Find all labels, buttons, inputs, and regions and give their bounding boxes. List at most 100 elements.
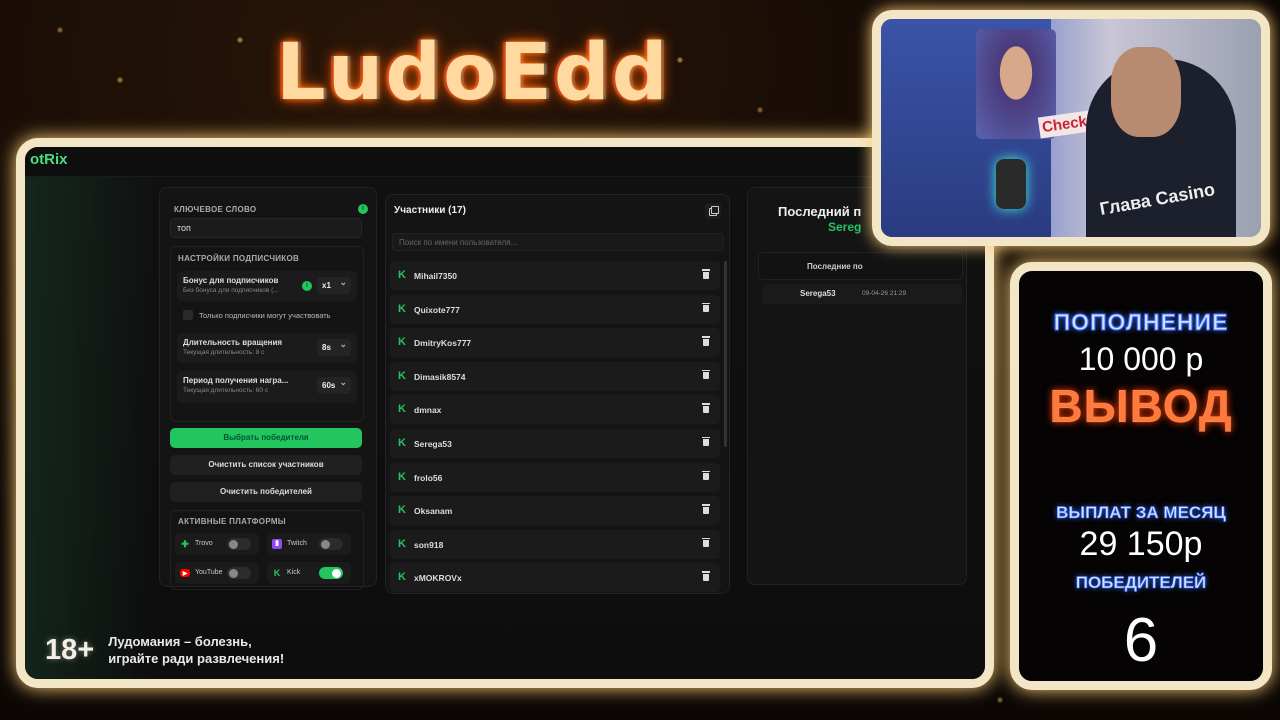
trash-icon[interactable] [702,470,710,481]
spin-sub: Текущая длительность: 8 с [183,349,265,356]
age-badge: 18+ [45,633,95,666]
subscriber-bonus-setting: Бонус для подписчиков Без бонуса для под… [177,271,357,301]
trovo-toggle[interactable] [227,538,251,550]
trash-icon[interactable] [702,571,710,581]
keyword-input[interactable]: топ [170,218,362,238]
info-icon[interactable] [358,204,368,214]
platform-name: Twitch [287,540,307,547]
reward-select[interactable]: 60s [317,377,351,394]
only-subs-checkbox[interactable] [183,310,193,320]
platform-name: YouTube [195,569,223,576]
reward-sub: Текущая длительность: 60 с [183,387,269,394]
recent-winners-tab[interactable]: Последние по [758,252,963,280]
bonus-info-icon[interactable] [302,281,312,291]
participants-title: Участники (17) [394,205,466,216]
winner-row: Serega53 09-04-26 21:29 [762,284,962,304]
stream-logo: LudoEdd [276,28,670,118]
list-item: K DmitryKos777 [390,328,720,358]
list-item: K Quixote777 [390,294,720,324]
winner-name: Serega53 [800,289,836,298]
participant-name: Serega53 [414,438,452,449]
platform-trovo: ✚ Trovo [175,533,259,555]
kick-icon: K [398,336,406,349]
spin-select[interactable]: 8s [317,339,351,356]
withdraw-label: ВЫВОД [1049,380,1233,433]
screen-frame: otRix КЛЮЧЕВОЕ СЛОВО топ НАСТРОЙКИ ПОДПИ… [16,138,994,688]
participant-name: son918 [414,539,444,550]
winners-label: ПОБЕДИТЕЛЕЙ [1075,573,1207,593]
pick-winner-button[interactable]: Выбрать победителя [170,428,362,448]
microphone [996,159,1026,209]
keyword-header: КЛЮЧЕВОЕ СЛОВО [174,204,368,214]
bonus-label: Бонус для подписчиков [183,276,279,285]
clear-participants-button[interactable]: Очистить список участников [170,455,362,475]
settings-panel: КЛЮЧЕВОЕ СЛОВО топ НАСТРОЙКИ ПОДПИСЧИКОВ… [159,187,377,590]
platform-youtube: ▶ YouTube [175,562,259,584]
deposit-value: 10 000 р [1078,341,1204,377]
clear-winners-button[interactable]: Очистить победителей [170,482,362,502]
app-brand: otRix [30,151,68,168]
payouts-label: ВЫПЛАТ ЗА МЕСЯЦ [1056,503,1226,523]
reward-period-setting: Период получения награ... Текущая длител… [177,371,357,403]
list-item: KxMOKROVx [390,563,720,593]
youtube-icon: ▶ [180,569,190,577]
participant-name: DmitryKos777 [414,338,472,349]
trash-icon[interactable] [702,269,710,279]
kick-icon: K [398,302,406,315]
winner-date: 09-04-26 21:29 [862,290,907,297]
platform-name: Trovo [195,540,213,547]
trash-icon[interactable] [702,537,710,548]
only-subs-row[interactable]: Только подписчики могут участвовать [177,305,357,325]
subscriber-settings: НАСТРОЙКИ ПОДПИСЧИКОВ Бонус для подписчи… [170,246,364,422]
participant-name: xMOKROVx [414,573,462,584]
reward-label: Период получения награ... [183,376,289,385]
last-winner-panel: Последний п Sereg Последние по Serega53 … [747,187,967,585]
bonus-sub: Без бонуса для подписчиков (... [183,287,279,294]
kick-icon: K [398,537,406,550]
participant-search-input[interactable]: Поиск по имени пользователя... [392,233,724,251]
participant-name: dmnax [414,405,442,416]
list-item: K Oksanam [390,496,720,526]
participant-name: frolo56 [414,472,443,483]
participant-scrollbar[interactable] [724,261,727,447]
side-glow [25,177,155,679]
twitch-toggle[interactable] [319,538,343,550]
platforms-box: АКТИВНЫЕ ПЛАТФОРМЫ ✚ Trovo ▮ Twitch ▶ Yo… [170,510,364,590]
participants-panel: Участники (17) Поиск по имени пользовате… [385,194,730,594]
list-item: K Mihail7350 [390,261,720,290]
deposit-label: ПОПОЛНЕНИЕ [1053,309,1229,336]
trash-icon[interactable] [702,302,710,313]
kick-icon: K [398,504,406,517]
app-header: otRix [25,147,985,177]
participant-name: Mihail7350 [414,271,457,281]
warning-text: Лудомания – болезнь, играйте ради развле… [108,633,284,667]
spin-duration-setting: Длительность вращения Текущая длительнос… [177,333,357,363]
youtube-toggle[interactable] [227,567,251,579]
last-winner-name: Sereg [828,220,862,234]
only-subs-label: Только подписчики могут участвовать [199,311,331,320]
participant-name: Quixote777 [414,304,460,315]
winners-value: 6 [1123,606,1159,675]
webcam-feed: Check Глава Casino [881,19,1261,237]
kick-toggle[interactable] [319,567,343,579]
payouts-value: 29 150р [1079,525,1203,563]
list-item: K Dimasik8574 [390,361,720,391]
last-winner-title: Последний п [778,204,862,219]
trash-icon[interactable] [702,403,710,413]
platform-twitch: ▮ Twitch [267,533,351,555]
trash-icon[interactable] [702,369,710,380]
kick-icon: K [398,470,406,483]
participant-name: Oksanam [414,506,453,517]
trash-icon[interactable] [702,336,710,346]
warning-line-1: Лудомания – болезнь, [108,634,252,649]
trash-icon[interactable] [702,504,710,514]
bonus-select[interactable]: x1 [317,277,351,294]
age-warning: 18+ Лудомания – болезнь, играйте ради ра… [45,633,284,667]
kick-icon: K [273,568,281,578]
platforms-title: АКТИВНЫЕ ПЛАТФОРМЫ [178,517,286,526]
trash-icon[interactable] [702,436,710,447]
kick-icon: K [398,436,406,449]
warning-line-2: играйте ради развлечения! [108,651,285,666]
copy-icon[interactable] [705,203,721,219]
trovo-icon: ✚ [181,539,189,549]
